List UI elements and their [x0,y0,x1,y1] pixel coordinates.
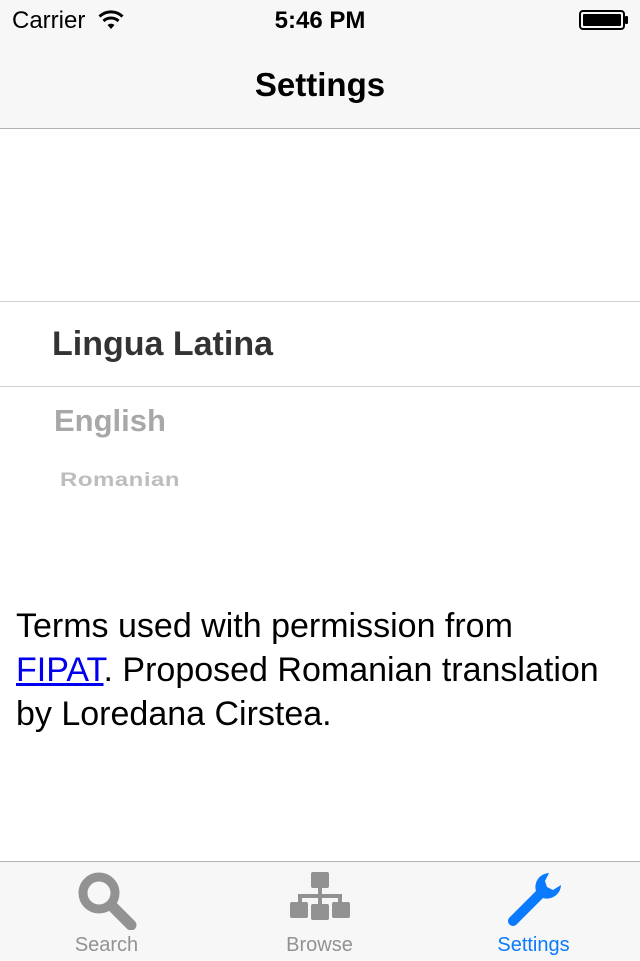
tab-bar: Search Browse Settings [0,861,640,961]
tab-label-browse: Browse [286,934,353,956]
picker-selection-top-line [0,301,640,302]
picker-selection-bottom-line [0,386,640,387]
credit-text: Terms used with permission from FIPAT. P… [16,604,616,736]
page-title: Settings [254,66,386,103]
tab-label-search: Search [74,934,139,956]
tab-search[interactable]: Search [0,862,213,961]
picker-option[interactable]: Romanian [60,469,180,492]
tab-browse[interactable]: Browse [213,862,426,961]
picker-option-selected[interactable]: Lingua Latina [52,325,273,364]
credit-text-before: Terms used with permission from [16,607,513,645]
battery-icon [579,10,628,30]
tab-label-settings: Settings [497,934,570,956]
top-bar: Carrier 5:46 PM Settings [0,0,640,129]
language-picker[interactable]: Lingua Latina English Romanian [0,129,640,529]
picker-option[interactable]: English [54,403,166,439]
wrench-icon [507,873,561,926]
tab-settings[interactable]: Settings [427,862,640,961]
status-bar: Carrier 5:46 PM [0,0,640,40]
hierarchy-icon [289,872,350,920]
credit-text-after: . Proposed Romanian translation by Lored… [16,651,599,733]
search-icon [78,872,136,930]
fipat-link[interactable]: FIPAT [16,651,104,689]
status-time: 5:46 PM [274,7,366,34]
